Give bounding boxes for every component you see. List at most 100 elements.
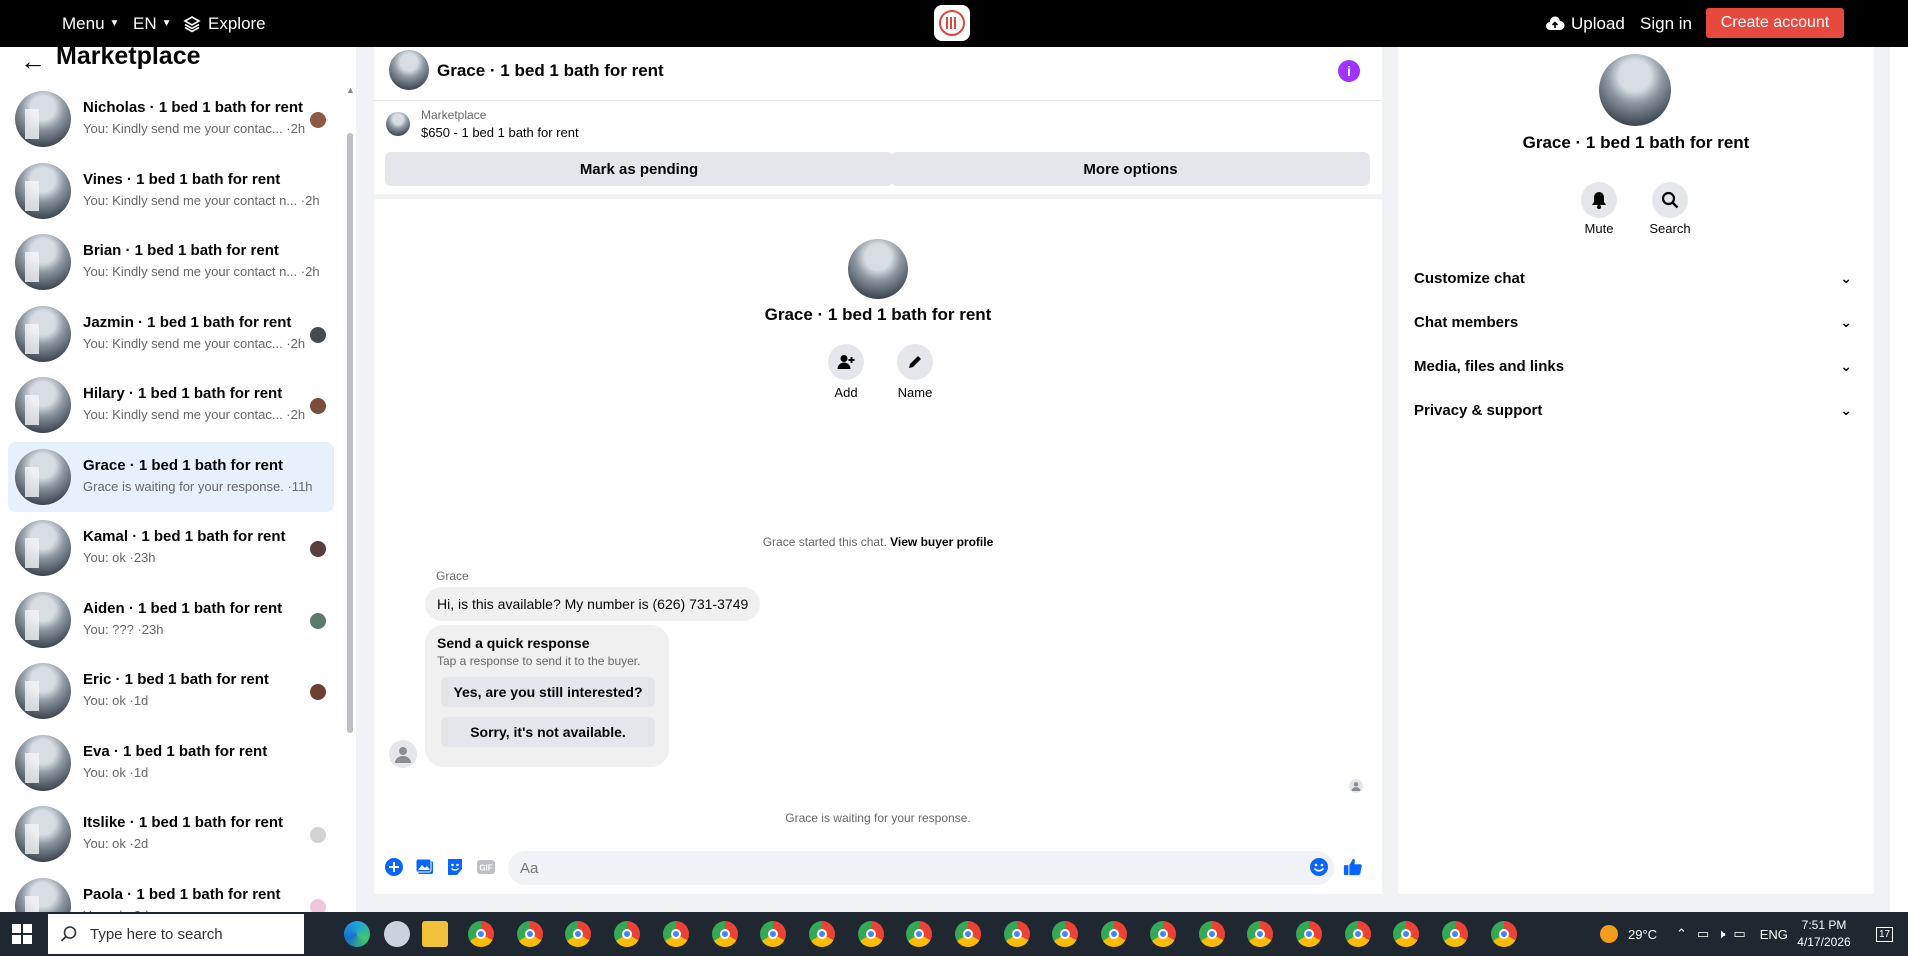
quick-response-card: Send a quick response Tap a response to … xyxy=(425,625,669,767)
info-icon[interactable]: i xyxy=(1338,60,1360,82)
tray-icons[interactable]: ⌃ ▭ 🕨 ▭ ENG xyxy=(1676,912,1788,956)
chrome-browser-icon[interactable] xyxy=(565,921,592,947)
conversation-item[interactable]: Eva · 1 bed 1 bath for rent You: ok ·1d xyxy=(8,728,334,798)
conversation-item[interactable]: Brian · 1 bed 1 bath for rent You: Kindly… xyxy=(8,227,334,297)
conversation-name: Aiden · 1 bed 1 bath for rent xyxy=(83,599,283,617)
waiting-notice: Grace is waiting for your response. xyxy=(785,811,971,825)
edge-browser-icon[interactable] xyxy=(344,921,370,947)
back-arrow-icon[interactable]: ← xyxy=(20,47,46,77)
conversation-item[interactable]: Itslike · 1 bed 1 bath for rent You: ok ·… xyxy=(8,799,334,869)
conversation-name: Nicholas · 1 bed 1 bath for rent xyxy=(83,99,304,116)
chevron-down-icon: ▼ xyxy=(109,18,120,29)
chrome-browser-icon[interactable] xyxy=(1295,921,1322,947)
incoming-message[interactable]: Hi, is this available? My number is (626… xyxy=(425,587,761,621)
taskbar-search-box[interactable]: Type here to search xyxy=(48,914,304,954)
chrome-browser-icon[interactable] xyxy=(1442,921,1468,947)
chrome-browser-icon[interactable] xyxy=(760,921,787,947)
conversation-item[interactable]: Jazmin · 1 bed 1 bath for rent You: Kindl… xyxy=(8,299,334,369)
upload-button[interactable]: Upload xyxy=(1545,0,1625,47)
windows-start-icon[interactable] xyxy=(12,924,32,944)
explore-link[interactable]: Explore xyxy=(183,0,266,47)
message-input[interactable] xyxy=(508,851,1334,885)
customize-chat-section[interactable]: Customize chat ⌄ xyxy=(1414,258,1852,298)
chrome-browser-icon[interactable] xyxy=(857,921,884,947)
edit-name-button[interactable] xyxy=(897,344,933,380)
quick-response-not-available-button[interactable]: Sorry, it's not available. xyxy=(441,717,655,747)
chrome-browser-icon[interactable] xyxy=(468,921,494,947)
conversation-item[interactable]: Eric · 1 bed 1 bath for rent You: ok ·1d xyxy=(8,656,334,726)
chrome-browser-icon[interactable] xyxy=(955,921,981,947)
mute-button[interactable] xyxy=(1581,182,1617,218)
chrome-browser-icon[interactable] xyxy=(1101,921,1128,947)
volume-icon[interactable]: 🕨 xyxy=(1717,926,1725,942)
conversation-item[interactable]: Kamal · 1 bed 1 bath for rent You: ok ·23… xyxy=(8,513,334,583)
sticker-icon[interactable] xyxy=(445,857,465,877)
photo-icon[interactable] xyxy=(415,857,435,877)
chrome-browser-icon[interactable] xyxy=(516,921,543,947)
weather-widget[interactable]: 29°C xyxy=(1600,912,1657,956)
chat-members-section[interactable]: Chat members ⌄ xyxy=(1414,302,1852,342)
section-label: Customize chat xyxy=(1414,269,1525,287)
chrome-browser-icon[interactable] xyxy=(662,921,689,947)
plus-icon[interactable] xyxy=(384,857,404,877)
conversation-preview: You: ok ·1d xyxy=(83,764,149,780)
chrome-browser-icon[interactable] xyxy=(906,921,933,947)
create-account-button[interactable]: Create account xyxy=(1706,8,1844,38)
conversation-item[interactable]: Aiden · 1 bed 1 bath for rent You: ??? ·2… xyxy=(8,585,334,655)
file-explorer-icon[interactable] xyxy=(422,921,448,947)
page-scrollbar[interactable] xyxy=(1890,47,1908,912)
chevron-down-icon: ⌄ xyxy=(1840,269,1852,286)
sidebar-scrollbar[interactable]: ▲ ▼ xyxy=(346,85,355,903)
conversation-thumbnail xyxy=(15,234,71,290)
chrome-browser-icon[interactable] xyxy=(1393,921,1420,947)
sign-in-link[interactable]: Sign in xyxy=(1640,0,1692,47)
search-conversation-button[interactable] xyxy=(1652,182,1688,218)
chrome-browser-icon[interactable] xyxy=(808,921,835,947)
conversation-item[interactable]: Nicholas · 1 bed 1 bath for rent You: Kin… xyxy=(8,84,334,154)
thumbs-up-icon[interactable] xyxy=(1343,857,1363,877)
scroll-up-icon[interactable]: ▲ xyxy=(346,85,355,95)
cloud-upload-icon xyxy=(1546,15,1565,30)
chat-avatar[interactable] xyxy=(389,50,429,90)
media-files-links-section[interactable]: Media, files and links ⌄ xyxy=(1414,346,1852,386)
gif-icon[interactable]: GIF xyxy=(476,857,496,877)
language-dropdown[interactable]: EN ▼ xyxy=(133,0,172,47)
sender-avatar[interactable] xyxy=(389,740,417,768)
quick-response-interested-button[interactable]: Yes, are you still interested? xyxy=(441,677,655,707)
site-logo[interactable] xyxy=(934,5,970,41)
emoji-icon[interactable] xyxy=(1309,857,1329,877)
chrome-browser-icon[interactable] xyxy=(1490,921,1517,947)
view-buyer-profile-link[interactable]: View buyer profile xyxy=(890,535,993,549)
language-indicator[interactable]: ENG xyxy=(1760,927,1788,942)
chrome-browser-icon[interactable] xyxy=(1344,921,1371,947)
notification-center-icon[interactable]: 17 xyxy=(1876,912,1894,956)
app-icon[interactable] xyxy=(384,921,410,947)
chrome-browser-icon[interactable] xyxy=(614,921,641,947)
privacy-support-section[interactable]: Privacy & support ⌄ xyxy=(1414,390,1852,430)
chrome-browser-icon[interactable] xyxy=(1149,921,1176,947)
system-clock[interactable]: 7:51 PM 4/17/2026 xyxy=(1794,917,1854,951)
chat-title[interactable]: Grace · 1 bed 1 bath for rent xyxy=(437,61,664,81)
chrome-browser-icon[interactable] xyxy=(1003,921,1030,947)
chrome-browser-icon[interactable] xyxy=(711,921,738,947)
conversation-item[interactable]: Vines · 1 bed 1 bath for rent You: Kindly… xyxy=(8,156,334,226)
mark-as-pending-button[interactable]: Mark as pending xyxy=(385,152,893,186)
more-options-button[interactable]: More options xyxy=(891,152,1370,186)
chevron-up-icon[interactable]: ⌃ xyxy=(1676,926,1687,942)
chrome-browser-icon[interactable] xyxy=(1052,921,1079,947)
marketplace-listing-row[interactable]: Marketplace $650 - 1 bed 1 bath for rent xyxy=(374,102,1382,148)
participant-avatar xyxy=(310,898,326,912)
network-icon[interactable]: ▭ xyxy=(1697,926,1709,942)
conversation-thumbnail xyxy=(15,734,71,791)
chrome-browser-icon[interactable] xyxy=(1198,921,1225,947)
conversation-item[interactable]: Paola · 1 bed 1 bath for rentYou: ok ·2d xyxy=(8,871,334,912)
add-people-button[interactable] xyxy=(828,344,864,380)
menu-dropdown[interactable]: Menu ▼ xyxy=(62,0,119,47)
conversation-thumbnail xyxy=(15,520,71,576)
conversation-item[interactable]: Hilary · 1 bed 1 bath for rent You: Kindl… xyxy=(8,370,334,440)
scrollbar-thumb[interactable] xyxy=(347,133,353,733)
chrome-browser-icon[interactable] xyxy=(1247,921,1274,947)
display-icon[interactable]: ▭ xyxy=(1733,926,1745,942)
conversation-item[interactable]: Grace · 1 bed 1 bath for rent Grace is wa… xyxy=(8,441,334,512)
conversation-thumbnail xyxy=(15,448,71,505)
